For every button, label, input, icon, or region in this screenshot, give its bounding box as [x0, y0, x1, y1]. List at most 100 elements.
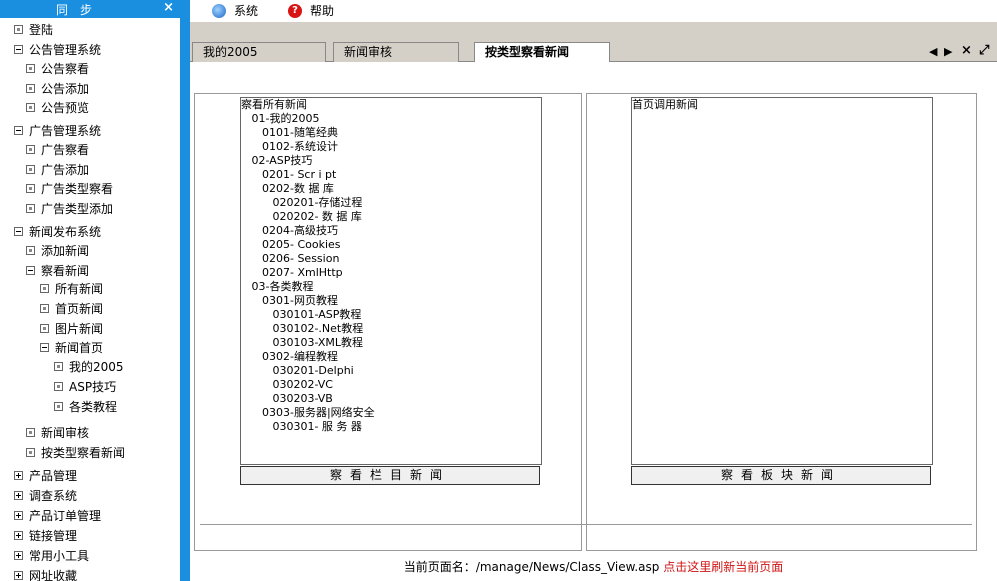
list-option[interactable]: 0206- Session — [241, 252, 541, 266]
collapse-icon[interactable] — [14, 227, 23, 236]
expand-icon[interactable] — [14, 511, 23, 520]
sidebar-item[interactable]: 链接管理 — [14, 527, 77, 545]
page-icon — [54, 382, 63, 391]
list-option[interactable]: 首页调用新闻 — [632, 98, 932, 112]
tab-label: 我的2005 — [203, 45, 258, 59]
sidebar-item[interactable]: 登陆 — [14, 21, 53, 39]
list-option[interactable]: 0102-系统设计 — [241, 140, 541, 154]
list-option[interactable]: 0101-随笔经典 — [241, 126, 541, 140]
list-option[interactable]: 020201-存储过程 — [241, 196, 541, 210]
menu-help[interactable]: ? 帮助 — [288, 2, 334, 20]
list-option[interactable]: 030102-.Net教程 — [241, 322, 541, 336]
sidebar-item[interactable]: 各类教程 — [54, 398, 117, 416]
view-block-news-button[interactable]: 察看板块新闻 — [631, 466, 931, 485]
tab-next-icon[interactable]: ▶ — [944, 45, 952, 58]
sidebar: 同步 × 登陆公告管理系统 公告察看公告添加 公告预览广告管理系统 广告察看广告添加广… — [0, 0, 180, 581]
list-option[interactable]: 0204-高级技巧 — [241, 224, 541, 238]
sidebar-item-label: 察看新闻 — [41, 264, 90, 278]
collapse-icon[interactable] — [26, 266, 35, 275]
sidebar-item[interactable]: 察看新闻 — [26, 262, 89, 280]
page-icon — [26, 204, 35, 213]
sidebar-item[interactable]: 广告类型察看 — [26, 180, 113, 198]
sidebar-item-label: 各类教程 — [69, 400, 118, 414]
tab-my2005[interactable]: 我的2005 — [192, 42, 326, 62]
tab-label: 新闻审核 — [344, 45, 393, 59]
sidebar-item[interactable]: 调查系统 — [14, 487, 77, 505]
sidebar-item[interactable]: 按类型察看新闻 — [26, 444, 125, 462]
expand-icon[interactable] — [14, 551, 23, 560]
sidebar-item[interactable]: 常用小工具 — [14, 547, 89, 565]
menu-system-label: 系统 — [234, 4, 259, 18]
page-icon — [26, 448, 35, 457]
list-option[interactable]: 02-ASP技巧 — [241, 154, 541, 168]
list-option[interactable]: 03-各类教程 — [241, 280, 541, 294]
list-option[interactable]: 察看所有新闻 — [241, 98, 541, 112]
sidebar-item[interactable]: 网址收藏 — [14, 567, 77, 581]
sidebar-item[interactable]: 添加新闻 — [26, 242, 89, 260]
sidebar-item[interactable]: 新闻审核 — [26, 424, 89, 442]
list-option[interactable]: 030201-Delphi — [241, 364, 541, 378]
tab-maximize-icon[interactable]: ⤢ — [979, 43, 989, 58]
sidebar-item-label: 广告添加 — [41, 163, 90, 177]
collapse-icon[interactable] — [40, 343, 49, 352]
expand-icon[interactable] — [14, 571, 23, 580]
sidebar-item[interactable]: 广告察看 — [26, 141, 89, 159]
list-option[interactable]: 030301- 服 务 器 — [241, 420, 541, 434]
sidebar-item-label: 广告类型察看 — [41, 182, 114, 196]
sidebar-item-label: 网址收藏 — [29, 569, 78, 581]
sidebar-title: 同步 — [55, 3, 104, 17]
view-category-news-button[interactable]: 察看栏目新闻 — [240, 466, 540, 485]
sidebar-item[interactable]: 我的2005 — [54, 358, 124, 376]
category-listbox[interactable]: 察看所有新闻 01-我的2005 0101-随笔经典 0102-系统设计 02-… — [240, 97, 542, 465]
sidebar-item[interactable]: 图片新闻 — [40, 320, 103, 338]
sidebar-item[interactable]: 公告察看 — [26, 60, 89, 78]
expand-icon[interactable] — [14, 491, 23, 500]
help-icon: ? — [288, 3, 302, 18]
page-icon — [26, 246, 35, 255]
sidebar-item[interactable]: 首页新闻 — [40, 300, 103, 318]
sidebar-header: 同步 × — [0, 0, 180, 18]
sidebar-item[interactable]: 产品管理 — [14, 467, 77, 485]
sidebar-splitter[interactable] — [180, 0, 190, 581]
list-option[interactable]: 0301-网页教程 — [241, 294, 541, 308]
menu-system[interactable]: 系统 — [212, 2, 258, 20]
sidebar-close-icon[interactable]: × — [163, 0, 174, 15]
page-icon — [26, 145, 35, 154]
list-option[interactable]: 030101-ASP教程 — [241, 308, 541, 322]
sidebar-item[interactable]: 新闻发布系统 — [14, 223, 101, 241]
list-option[interactable]: 030203-VB — [241, 392, 541, 406]
tab-prev-icon[interactable]: ◀ — [929, 45, 937, 58]
sidebar-item[interactable]: 广告管理系统 — [14, 122, 101, 140]
page-icon — [40, 324, 49, 333]
tab-news-review[interactable]: 新闻审核 — [333, 42, 459, 62]
list-option[interactable]: 020202- 数 据 库 — [241, 210, 541, 224]
sidebar-item[interactable]: ASP技巧 — [54, 378, 116, 396]
sidebar-item[interactable]: 公告预览 — [26, 99, 89, 117]
list-option[interactable]: 0201- Scr i pt — [241, 168, 541, 182]
sidebar-item[interactable]: 广告类型添加 — [26, 200, 113, 218]
sidebar-item-label: 图片新闻 — [55, 322, 104, 336]
list-option[interactable]: 01-我的2005 — [241, 112, 541, 126]
collapse-icon[interactable] — [14, 45, 23, 54]
expand-icon[interactable] — [14, 531, 23, 540]
list-option[interactable]: 0202-数 据 库 — [241, 182, 541, 196]
expand-icon[interactable] — [14, 471, 23, 480]
list-option[interactable]: 0302-编程教程 — [241, 350, 541, 364]
sidebar-item[interactable]: 产品订单管理 — [14, 507, 101, 525]
refresh-link[interactable]: 点击这里刷新当前页面 — [663, 560, 783, 574]
tab-view-news-by-type[interactable]: 按类型察看新闻 — [474, 42, 610, 63]
top-menu: 系统 ? 帮助 — [190, 0, 997, 22]
sidebar-item[interactable]: 公告添加 — [26, 80, 89, 98]
tab-close-icon[interactable]: × — [961, 43, 972, 58]
sidebar-item[interactable]: 广告添加 — [26, 161, 89, 179]
collapse-icon[interactable] — [14, 126, 23, 135]
list-option[interactable]: 030103-XML教程 — [241, 336, 541, 350]
list-option[interactable]: 0205- Cookies — [241, 238, 541, 252]
sidebar-item[interactable]: 新闻首页 — [40, 339, 103, 357]
list-option[interactable]: 0207- XmlHttp — [241, 266, 541, 280]
list-option[interactable]: 0303-服务器|网络安全 — [241, 406, 541, 420]
sidebar-item[interactable]: 公告管理系统 — [14, 41, 101, 59]
block-listbox[interactable]: 首页调用新闻 — [631, 97, 933, 465]
list-option[interactable]: 030202-VC — [241, 378, 541, 392]
sidebar-item[interactable]: 所有新闻 — [40, 280, 103, 298]
